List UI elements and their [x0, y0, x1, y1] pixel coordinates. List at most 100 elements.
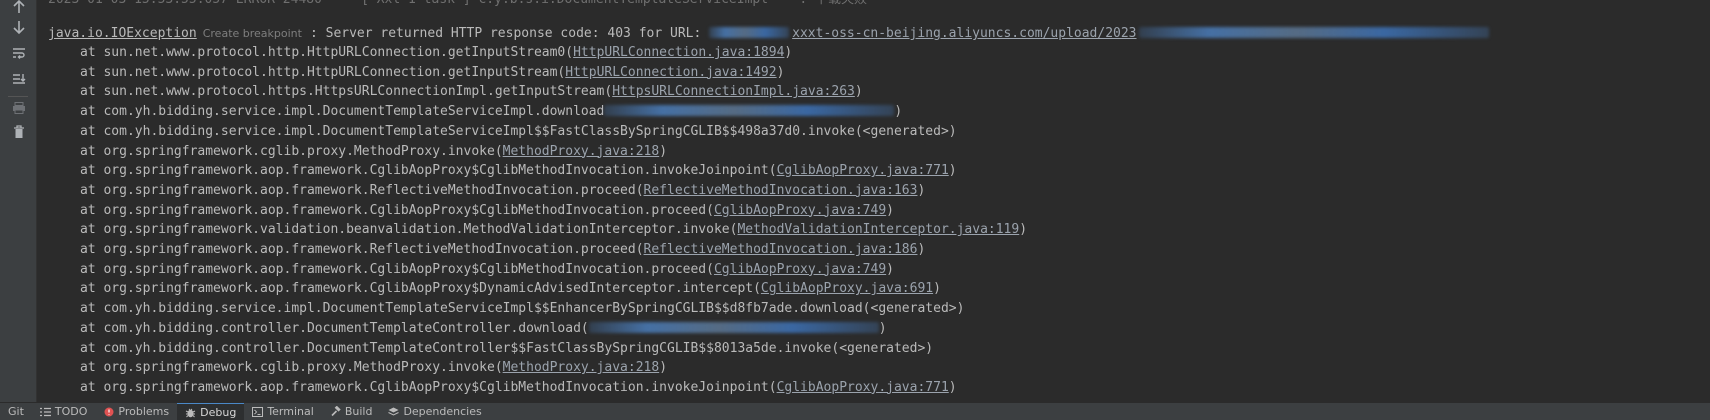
- tab-label: Terminal: [267, 405, 314, 418]
- redacted-url-part: [709, 27, 790, 38]
- print-icon[interactable]: [8, 97, 30, 119]
- tab-label: Debug: [200, 405, 237, 419]
- source-link[interactable]: HttpURLConnection.java:1492: [565, 65, 776, 80]
- source-link[interactable]: ReflectiveMethodInvocation.java:163: [644, 183, 918, 198]
- frame-method: at sun.net.www.protocol.https.HttpsURLCo…: [80, 84, 613, 100]
- frame-suffix: ): [886, 261, 894, 277]
- tab-git[interactable]: Git: [0, 403, 32, 420]
- frame-method: at org.springframework.aop.framework.Cgl…: [80, 163, 777, 179]
- frame-suffix: ): [659, 143, 668, 159]
- tab-label: Git: [8, 405, 24, 418]
- frame-method: at org.springframework.aop.framework.Cgl…: [80, 261, 714, 277]
- tool-window-bar: Git TODO Problems Debug Terminal Build Depende…: [0, 402, 1710, 420]
- frame-method: at org.springframework.aop.framework.Cgl…: [80, 202, 714, 218]
- list-icon: [39, 406, 51, 417]
- tab-label: Problems: [118, 405, 170, 418]
- redacted-source-link: [604, 105, 895, 117]
- frame-suffix: ): [894, 104, 903, 120]
- tab-dependencies[interactable]: Dependencies: [380, 403, 489, 420]
- soft-wrap-icon[interactable]: [8, 42, 30, 64]
- stack-frame: at com.yh.bidding.service.impl.DocumentT…: [48, 299, 964, 319]
- bug-icon: [185, 407, 196, 418]
- frame-suffix: ): [1019, 222, 1028, 238]
- exception-url-link[interactable]: xxxt-oss-cn-beijing.aliyuncs.com/upload/…: [792, 26, 1136, 41]
- frame-method: at org.springframework.aop.framework.Ref…: [80, 182, 644, 198]
- tab-problems[interactable]: Problems: [95, 403, 177, 420]
- trash-icon[interactable]: [8, 121, 30, 143]
- tab-debug[interactable]: Debug: [177, 403, 245, 420]
- frame-suffix: ): [917, 182, 926, 198]
- frame-suffix: ): [917, 242, 926, 257]
- tab-label: Build: [344, 405, 373, 418]
- tab-todo[interactable]: TODO: [32, 403, 96, 420]
- exception-class-link[interactable]: java.io.IOException: [48, 26, 197, 41]
- source-link[interactable]: CglibAopProxy.java:749: [714, 203, 886, 218]
- frame-suffix: ): [878, 320, 887, 336]
- stack-frame: at org.springframework.aop.framework.Cgl…: [48, 201, 894, 221]
- tab-terminal[interactable]: Terminal: [244, 403, 322, 420]
- error-icon: [103, 406, 114, 417]
- frame-method: at org.springframework.validation.beanva…: [80, 222, 738, 238]
- stack-frame: at org.springframework.aop.framework.Cgl…: [48, 260, 894, 280]
- frame-suffix: ): [886, 202, 894, 218]
- stack-frame: at com.yh.bidding.service.impl.DocumentT…: [48, 122, 957, 142]
- stack-frame: at sun.net.www.protocol.http.HttpURLConn…: [48, 43, 792, 63]
- exception-message: : Server returned HTTP response code: 40…: [309, 26, 710, 41]
- create-breakpoint-hint[interactable]: Create breakpoint: [203, 27, 302, 40]
- frame-suffix: ): [948, 163, 957, 179]
- frame-suffix: ): [776, 64, 785, 80]
- frame-suffix: ): [933, 281, 941, 297]
- stack-frame: at org.springframework.aop.framework.Cgl…: [48, 161, 957, 181]
- tab-label: TODO: [54, 405, 88, 418]
- source-link[interactable]: CglibAopProxy.java:691: [761, 281, 933, 296]
- frame-method: at org.springframework.aop.framework.Cgl…: [80, 379, 777, 395]
- frame-method: at org.springframework.aop.framework.Cgl…: [80, 281, 761, 297]
- frame-suffix: <generated>): [862, 123, 957, 139]
- stack-frame: at com.yh.bidding.service.impl.DocumentT…: [48, 102, 902, 122]
- stack-frame: at org.springframework.aop.framework.Ref…: [48, 181, 925, 201]
- log-header-line: 2023-01-03 15:53:55.057 ERROR 24480 --- …: [48, 0, 867, 10]
- source-link[interactable]: CglibAopProxy.java:771: [777, 380, 949, 395]
- hammer-icon: [330, 406, 341, 417]
- stack-frame: at org.springframework.cglib.proxy.Metho…: [48, 358, 667, 378]
- frame-method: at com.yh.bidding.controller.DocumentTem…: [80, 340, 840, 356]
- redacted-url-part: [1138, 27, 1489, 38]
- frame-suffix: ): [854, 84, 863, 100]
- bottom-tabs: Git TODO Problems Debug Terminal Build Depende…: [0, 403, 490, 420]
- source-link[interactable]: HttpsURLConnectionImpl.java:263: [612, 84, 855, 99]
- frame-method: at sun.net.www.protocol.http.HttpURLConn…: [80, 64, 566, 80]
- console-output: 2023-01-03 15:53:55.057 ERROR 24480 --- …: [36, 0, 1710, 403]
- stack-frame: at org.springframework.aop.framework.Ref…: [48, 240, 925, 260]
- frame-method: at com.yh.bidding.service.impl.DocumentT…: [80, 301, 871, 317]
- source-link[interactable]: MethodProxy.java:218: [503, 360, 660, 375]
- stack-frame: at org.springframework.aop.framework.Cgl…: [48, 378, 957, 398]
- source-link[interactable]: ReflectiveMethodInvocation.java:186: [644, 242, 918, 257]
- frame-suffix: ): [784, 45, 793, 60]
- source-link[interactable]: CglibAopProxy.java:749: [714, 262, 886, 277]
- stack-frame: at sun.net.www.protocol.https.HttpsURLCo…: [48, 82, 863, 102]
- frame-suffix: <generated>): [870, 301, 965, 317]
- stack-frame: at org.springframework.cglib.proxy.Metho…: [48, 142, 667, 162]
- frame-method: at com.yh.bidding.service.impl.DocumentT…: [80, 104, 605, 120]
- stack-frame: at com.yh.bidding.controller.DocumentTem…: [48, 319, 887, 339]
- tab-build[interactable]: Build: [322, 403, 381, 420]
- frame-method: at sun.net.www.protocol.http.HttpURLConn…: [80, 45, 574, 60]
- tab-label: Dependencies: [403, 405, 482, 418]
- stack-frame: at sun.net.www.protocol.http.HttpURLConn…: [48, 63, 784, 83]
- console-toolbar: [0, 0, 37, 403]
- frame-method: at org.springframework.cglib.proxy.Metho…: [80, 143, 503, 159]
- stack-frame: at com.yh.bidding.controller.DocumentTem…: [48, 339, 933, 359]
- stack-icon: [388, 406, 400, 417]
- source-link[interactable]: MethodValidationInterceptor.java:119: [737, 222, 1019, 237]
- frame-method: at com.yh.bidding.service.impl.DocumentT…: [80, 123, 863, 139]
- source-link[interactable]: CglibAopProxy.java:771: [777, 163, 949, 178]
- frame-suffix: <generated>): [839, 340, 934, 356]
- exception-line: java.io.IOException Create breakpoint : Se…: [48, 24, 1489, 44]
- redacted-source-link: [588, 321, 879, 333]
- frame-method: at com.yh.bidding.controller.DocumentTem…: [80, 320, 589, 336]
- scroll-to-end-icon[interactable]: [8, 68, 30, 90]
- source-link[interactable]: MethodProxy.java:218: [503, 144, 660, 159]
- arrow-down-icon[interactable]: [8, 16, 30, 38]
- frame-suffix: ): [659, 360, 668, 376]
- source-link[interactable]: HttpURLConnection.java:1894: [573, 45, 784, 60]
